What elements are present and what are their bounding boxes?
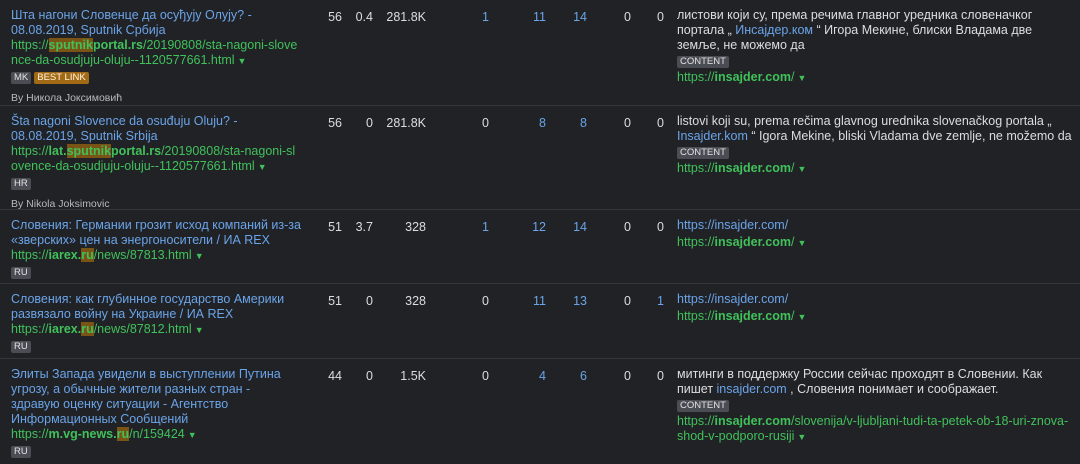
anchor-snippet-cell: listovi koji su, prema rečima glavnog ur… [677, 114, 1072, 177]
chevron-down-icon[interactable]: ▼ [238, 56, 247, 66]
chevron-down-icon[interactable]: ▼ [258, 162, 267, 172]
table-row: Словения: Германии грозит исход компаний… [0, 210, 1080, 284]
chevron-down-icon[interactable]: ▼ [188, 430, 197, 440]
metric-ur: 3.7 [355, 220, 373, 234]
source-url[interactable]: https://lat.sputnikportal.rs/20190808/st… [11, 144, 301, 175]
source-cell: Šta nagoni Slovence da osuđuju Oluju? - … [11, 114, 301, 212]
content-badge: CONTENT [677, 147, 729, 159]
metric-keywords[interactable]: 1 [604, 294, 664, 309]
metric-referring-domains: 0 [482, 369, 489, 383]
source-url[interactable]: https://iarex.ru/news/87813.html ▼ [11, 248, 301, 264]
source-url[interactable]: https://m.vg-news.ru/n/159424 ▼ [11, 427, 301, 443]
table-row: Šta nagoni Slovence da osuđuju Oluju? - … [0, 106, 1080, 210]
table-row: Элиты Запада увидели в выступлении Путин… [0, 359, 1080, 464]
metric-traffic: 281.8K [386, 116, 426, 130]
target-url[interactable]: https://insajder.com/▼ [677, 235, 1072, 251]
source-url[interactable]: https://sputnikportal.rs/20190808/sta-na… [11, 38, 301, 69]
metric-ur: 0.4 [355, 10, 373, 24]
table-row: Шта нагони Словенце да осуђују Олују? - … [0, 0, 1080, 106]
source-title-link[interactable]: Элиты Запада увидели в выступлении Путин… [11, 367, 281, 426]
source-title-link[interactable]: Словения: Германии грозит исход компаний… [11, 218, 301, 247]
target-url[interactable]: https://insajder.com/▼ [677, 309, 1072, 325]
anchor-snippet-cell: листови који су, према речима главног ур… [677, 8, 1072, 86]
anchor-link[interactable]: https://insajder.com/ [677, 292, 788, 306]
source-title-link[interactable]: Šta nagoni Slovence da osuđuju Oluju? - … [11, 114, 238, 143]
author-line: By Никола Јоксимовић [11, 92, 123, 104]
anchor-link[interactable]: https://insajder.com/ [677, 218, 788, 232]
anchor-snippet-cell: митинги в поддержку России сейчас проход… [677, 367, 1072, 445]
target-url[interactable]: https://insajder.com/slovenija/v-ljublja… [677, 414, 1072, 445]
target-url[interactable]: https://insajder.com/▼ [677, 161, 1072, 177]
chevron-down-icon[interactable]: ▼ [797, 312, 806, 322]
metric-keywords: 0 [657, 10, 664, 24]
best-link-badge: BEST LINK [34, 72, 89, 84]
source-url[interactable]: https://iarex.ru/news/87812.html ▼ [11, 322, 301, 338]
content-badge: CONTENT [677, 400, 729, 412]
language-badge: MK [11, 72, 32, 84]
metric-keywords: 0 [657, 116, 664, 130]
metric-referring-domains: 0 [482, 294, 489, 308]
source-cell: Словения: Германии грозит исход компаний… [11, 218, 301, 279]
language-badge: RU [11, 446, 31, 458]
metric-keywords: 0 [657, 220, 664, 234]
language-badge: RU [11, 341, 31, 353]
metric-ur: 0 [366, 294, 373, 308]
source-title-link[interactable]: Словения: как глубинное государство Амер… [11, 292, 284, 321]
metric-traffic: 281.8K [386, 10, 426, 24]
metric-referring-domains[interactable]: 1 [429, 220, 489, 235]
table-row: Словения: как глубинное государство Амер… [0, 284, 1080, 359]
chevron-down-icon[interactable]: ▼ [797, 238, 806, 248]
anchor-snippet-cell: https://insajder.com/ https://insajder.c… [677, 218, 1072, 251]
metric-ur: 0 [366, 116, 373, 130]
source-title-link[interactable]: Шта нагони Словенце да осуђују Олују? - … [11, 8, 252, 37]
target-url[interactable]: https://insajder.com/▼ [677, 70, 1072, 86]
metric-traffic: 1.5K [400, 369, 426, 383]
metric-keywords: 0 [657, 369, 664, 383]
chevron-down-icon[interactable]: ▼ [797, 432, 806, 442]
metric-traffic: 328 [405, 220, 426, 234]
source-cell: Элиты Запада увидели в выступлении Путин… [11, 367, 301, 458]
chevron-down-icon[interactable]: ▼ [797, 73, 806, 83]
anchor-link[interactable]: insajder.com [717, 382, 787, 396]
backlinks-table: Шта нагони Словенце да осуђују Олују? - … [0, 0, 1080, 464]
metric-referring-domains[interactable]: 1 [429, 10, 489, 25]
language-badge: RU [11, 267, 31, 279]
anchor-link[interactable]: Insajder.kom [677, 129, 748, 143]
content-badge: CONTENT [677, 56, 729, 68]
chevron-down-icon[interactable]: ▼ [195, 325, 204, 335]
metric-ur: 0 [366, 369, 373, 383]
anchor-snippet-cell: https://insajder.com/ https://insajder.c… [677, 292, 1072, 325]
metric-traffic: 328 [405, 294, 426, 308]
source-cell: Словения: как глубинное государство Амер… [11, 292, 301, 353]
language-badge: HR [11, 178, 31, 190]
source-cell: Шта нагони Словенце да осуђују Олују? - … [11, 8, 301, 106]
metric-referring-domains: 0 [482, 116, 489, 130]
anchor-link[interactable]: Инсајдер.ком [735, 23, 813, 37]
chevron-down-icon[interactable]: ▼ [797, 164, 806, 174]
chevron-down-icon[interactable]: ▼ [195, 251, 204, 261]
